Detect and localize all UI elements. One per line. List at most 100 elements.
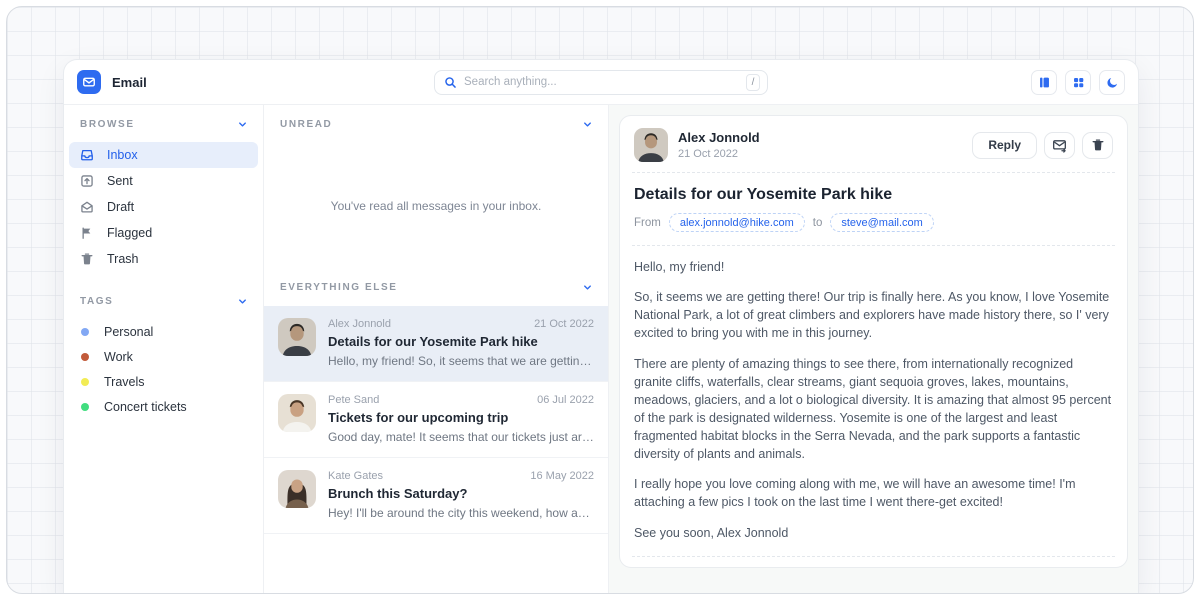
trash-icon: [80, 252, 94, 266]
from-email-pill[interactable]: alex.jonnold@hike.com: [669, 213, 805, 232]
sent-icon: [80, 174, 94, 188]
email-list: Alex Jonnold 21 Oct 2022 Details for our…: [264, 306, 608, 534]
email-app-window: Email Search anything... /: [63, 59, 1139, 593]
unread-section-header[interactable]: UNREAD: [264, 119, 608, 130]
email-preview: Good day, mate! It seems that our ticket…: [328, 430, 594, 444]
email-summary: Kate Gates 16 May 2022 Brunch this Satur…: [328, 470, 594, 520]
email-summary: Pete Sand 06 Jul 2022 Tickets for our up…: [328, 394, 594, 444]
tags-section: TAGS Personal Wo: [64, 296, 263, 419]
main-area: BROWSE Inbox: [64, 105, 1138, 593]
tag-color-dot: [81, 353, 89, 361]
sidebar-item-inbox[interactable]: Inbox: [69, 142, 258, 168]
sidebar-item-trash[interactable]: Trash: [69, 246, 258, 272]
envelope-icon: [82, 75, 96, 89]
tag-label: Personal: [104, 325, 153, 339]
browse-section-header[interactable]: BROWSE: [64, 119, 263, 130]
divider: [632, 245, 1115, 246]
tags-section-header[interactable]: TAGS: [64, 296, 263, 307]
chevron-down-icon: [237, 296, 248, 307]
reading-list-icon: [1038, 76, 1051, 89]
to-email-pill[interactable]: steve@mail.com: [830, 213, 933, 232]
tag-label: Travels: [104, 375, 145, 389]
tag-color-dot: [81, 378, 89, 386]
inbox-icon: [80, 148, 94, 162]
sidebar-item-label: Inbox: [107, 148, 138, 162]
sidebar-item-sent[interactable]: Sent: [69, 168, 258, 194]
search-icon: [444, 76, 457, 89]
email-body: Hello, my friend! So, it seems we are ge…: [634, 258, 1113, 544]
sidebar: BROWSE Inbox: [64, 105, 264, 593]
body-paragraph: So, it seems we are getting there! Our t…: [634, 288, 1113, 342]
sidebar-item-flagged[interactable]: Flagged: [69, 220, 258, 246]
body-paragraph: I really hope you love coming along with…: [634, 475, 1113, 511]
detail-sender-name: Alex Jonnold: [678, 130, 760, 145]
email-preview: Hey! I'll be around the city this weeken…: [328, 506, 594, 520]
app-logo: [77, 70, 101, 94]
forward-mail-button[interactable]: [1044, 132, 1075, 159]
apps-grid-icon: [1072, 76, 1085, 89]
browse-label: BROWSE: [80, 119, 135, 130]
chevron-down-icon: [582, 119, 593, 130]
tag-label: Work: [104, 350, 133, 364]
reply-button[interactable]: Reply: [972, 132, 1037, 159]
tag-item-personal[interactable]: Personal: [69, 319, 258, 344]
tags-nav: Personal Work Travels: [64, 319, 263, 419]
email-date: 21 Oct 2022: [534, 318, 594, 330]
email-date: 06 Jul 2022: [537, 394, 594, 406]
tag-color-dot: [81, 403, 89, 411]
forward-mail-icon: [1052, 138, 1067, 153]
email-subject: Brunch this Saturday?: [328, 486, 594, 501]
email-detail-card: Alex Jonnold 21 Oct 2022 Reply: [619, 115, 1128, 568]
tag-item-work[interactable]: Work: [69, 344, 258, 369]
tag-color-dot: [81, 328, 89, 336]
search-input[interactable]: Search anything... /: [434, 70, 768, 95]
avatar: [634, 128, 668, 162]
sidebar-item-label: Sent: [107, 174, 133, 188]
everything-else-section-header[interactable]: EVERYTHING ELSE: [264, 282, 608, 293]
email-list-item[interactable]: Kate Gates 16 May 2022 Brunch this Satur…: [264, 458, 608, 534]
chevron-down-icon: [582, 282, 593, 293]
email-sender: Kate Gates: [328, 470, 383, 482]
avatar: [278, 394, 316, 432]
search-placeholder: Search anything...: [464, 76, 739, 88]
tag-item-travels[interactable]: Travels: [69, 369, 258, 394]
search-shortcut-key: /: [746, 74, 760, 91]
dark-mode-toggle[interactable]: [1099, 70, 1125, 95]
email-preview: Hello, my friend! So, it seems that we a…: [328, 354, 594, 368]
top-bar: Email Search anything... /: [64, 60, 1138, 105]
tag-item-concert-tickets[interactable]: Concert tickets: [69, 394, 258, 419]
avatar: [278, 318, 316, 356]
email-sender: Pete Sand: [328, 394, 379, 406]
topbar-actions: [1031, 70, 1125, 95]
reading-list-button[interactable]: [1031, 70, 1057, 95]
email-list-item[interactable]: Pete Sand 06 Jul 2022 Tickets for our up…: [264, 382, 608, 458]
message-list-column: UNREAD You've read all messages in your …: [264, 105, 609, 593]
draft-icon: [80, 200, 94, 214]
delete-email-button[interactable]: [1082, 132, 1113, 159]
sidebar-item-label: Draft: [107, 200, 134, 214]
email-sender: Alex Jonnold: [328, 318, 391, 330]
sidebar-item-draft[interactable]: Draft: [69, 194, 258, 220]
from-label: From: [634, 217, 661, 229]
email-date: 16 May 2022: [530, 470, 594, 482]
screen: Email Search anything... /: [0, 0, 1200, 600]
apps-grid-button[interactable]: [1065, 70, 1091, 95]
divider: [632, 556, 1115, 557]
everything-else-label: EVERYTHING ELSE: [280, 282, 398, 293]
detail-header: Alex Jonnold 21 Oct 2022 Reply: [632, 126, 1115, 172]
folder-nav: Inbox Sent Draft: [64, 142, 263, 272]
sidebar-item-label: Flagged: [107, 226, 152, 240]
detail-actions: Reply: [972, 132, 1113, 159]
tags-label: TAGS: [80, 296, 113, 307]
sidebar-item-label: Trash: [107, 252, 139, 266]
chevron-down-icon: [237, 119, 248, 130]
flag-icon: [80, 226, 94, 240]
body-paragraph: Hello, my friend!: [634, 258, 1113, 276]
email-summary: Alex Jonnold 21 Oct 2022 Details for our…: [328, 318, 594, 368]
detail-sender-block: Alex Jonnold 21 Oct 2022: [678, 130, 760, 160]
email-list-item[interactable]: Alex Jonnold 21 Oct 2022 Details for our…: [264, 306, 608, 382]
avatar: [278, 470, 316, 508]
email-subject: Tickets for our upcoming trip: [328, 410, 594, 425]
detail-date: 21 Oct 2022: [678, 148, 760, 160]
dark-mode-moon-icon: [1106, 76, 1119, 89]
